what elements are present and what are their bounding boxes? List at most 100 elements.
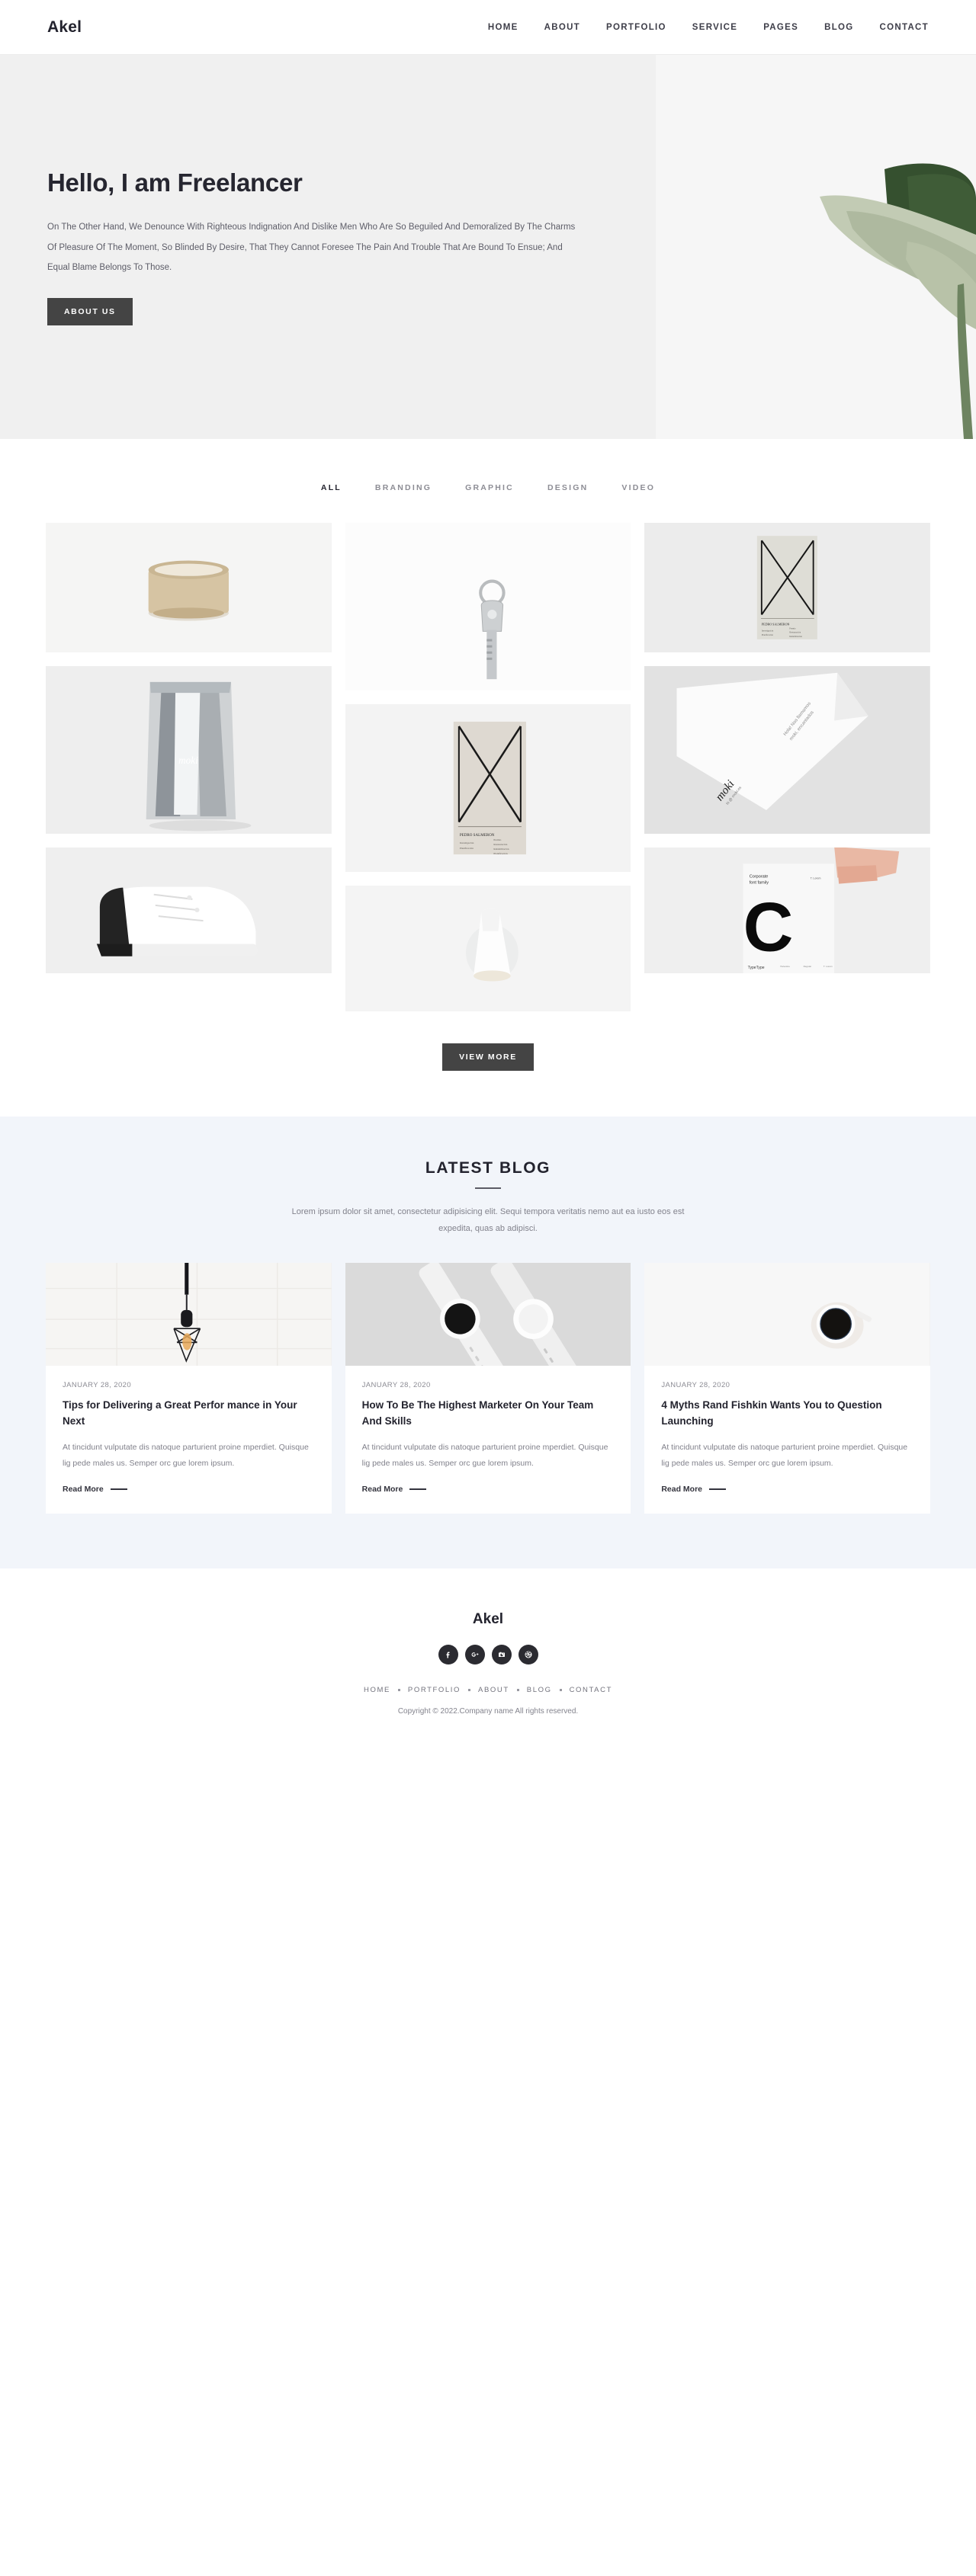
blog-card-title[interactable]: 4 Myths Rand Fishkin Wants You to Questi… — [661, 1398, 913, 1430]
blog-image-wristwatches — [345, 1263, 631, 1366]
footer-navigation: HOME PORTFOLIO ABOUT BLOG CONTACT — [0, 1686, 976, 1694]
portfolio-item-sneaker[interactable] — [46, 847, 332, 973]
svg-text:Planificación: Planificación — [762, 633, 774, 636]
site-header: Akel HOME ABOUT PORTFOLIO SERVICE PAGES … — [0, 0, 976, 55]
svg-text:Corporate: Corporate — [750, 874, 769, 879]
portfolio-item-lamp-shade[interactable] — [345, 886, 631, 1011]
footer-nav-portfolio[interactable]: PORTFOLIO — [408, 1686, 461, 1694]
nav-item-portfolio[interactable]: PORTFOLIO — [606, 23, 666, 32]
page-root: Akel HOME ABOUT PORTFOLIO SERVICE PAGES … — [0, 0, 976, 1751]
blog-card-title[interactable]: How To Be The Highest Marketer On Your T… — [362, 1398, 615, 1430]
filter-video[interactable]: VIDEO — [621, 483, 655, 492]
read-more-link[interactable]: Read More — [362, 1485, 615, 1494]
svg-text:Investigación: Investigación — [460, 841, 474, 844]
svg-text:PEDRO SALMERON: PEDRO SALMERON — [762, 623, 790, 626]
footer-nav-contact[interactable]: CONTACT — [570, 1686, 612, 1694]
view-more-row: VIEW MORE — [0, 1011, 976, 1117]
blog-card-body: JANUARY 28, 2020 How To Be The Highest M… — [345, 1366, 631, 1514]
filter-design[interactable]: DESIGN — [547, 483, 588, 492]
blog-card-title[interactable]: Tips for Delivering a Great Perfor mance… — [63, 1398, 315, 1430]
blog-card[interactable]: JANUARY 28, 2020 How To Be The Highest M… — [345, 1263, 631, 1514]
arrow-line-icon — [409, 1488, 427, 1490]
blog-image-pendant-lamp — [46, 1263, 332, 1366]
portfolio-item-type-poster[interactable]: Corporate font family T. Lorem C TypeTyp… — [644, 847, 930, 973]
svg-text:Investigación: Investigación — [762, 630, 774, 633]
blog-card[interactable]: JANUARY 28, 2020 4 Myths Rand Fishkin Wa… — [644, 1263, 930, 1514]
portfolio-column-3: PEDRO SALMERON Investigación Planificació… — [644, 523, 930, 973]
blog-cards: JANUARY 28, 2020 Tips for Delivering a G… — [46, 1263, 930, 1514]
portfolio-filters: ALL BRANDING GRAPHIC DESIGN VIDEO — [0, 483, 976, 492]
svg-text:Regular: Regular — [804, 965, 812, 968]
read-more-link[interactable]: Read More — [661, 1485, 913, 1494]
hero-description: On The Other Hand, We Denounce With Righ… — [47, 223, 576, 273]
portfolio-item-box-front[interactable]: PEDRO SALMERON Investigación Planificació… — [345, 704, 631, 872]
footer-nav-home[interactable]: HOME — [364, 1686, 390, 1694]
separator-dot-icon — [468, 1688, 471, 1691]
filter-all[interactable]: ALL — [321, 483, 342, 492]
blog-card-excerpt: At tincidunt vulputate dis natoque partu… — [661, 1442, 908, 1469]
blog-section: LATEST BLOG Lorem ipsum dolor sit amet, … — [0, 1117, 976, 1568]
blog-card-body: JANUARY 28, 2020 Tips for Delivering a G… — [46, 1366, 332, 1514]
svg-text:TypeType: TypeType — [748, 966, 765, 970]
nav-item-pages[interactable]: PAGES — [763, 23, 798, 32]
portfolio-section: ALL BRANDING GRAPHIC DESIGN VIDEO moki P… — [0, 439, 976, 1117]
nav-item-service[interactable]: SERVICE — [692, 23, 737, 32]
nav-item-home[interactable]: HOME — [488, 23, 518, 32]
footer-nav-blog[interactable]: BLOG — [527, 1686, 552, 1694]
svg-text:Helvetica: Helvetica — [781, 965, 791, 968]
portfolio-item-cup[interactable] — [46, 523, 332, 652]
blog-title: LATEST BLOG — [425, 1159, 551, 1177]
svg-text:Premio: Premio — [493, 838, 501, 841]
filter-branding[interactable]: BRANDING — [375, 483, 432, 492]
nav-item-about[interactable]: ABOUT — [544, 23, 580, 32]
hero-title: Hello, I am Freelancer — [47, 168, 303, 197]
portfolio-column-2: PEDRO SALMERON Investigación Planificació… — [345, 523, 631, 1011]
portfolio-item-foil-pouch[interactable]: moki — [46, 666, 332, 834]
blog-card[interactable]: JANUARY 28, 2020 Tips for Delivering a G… — [46, 1263, 332, 1514]
blog-card-date: JANUARY 28, 2020 — [361, 1381, 431, 1389]
svg-text:Planificación: Planificación — [493, 852, 507, 855]
portfolio-item-folded-stationery[interactable]: Hola! Nos llamamos moki, encantados moki… — [644, 666, 930, 834]
separator-dot-icon — [516, 1688, 519, 1691]
separator-dot-icon — [397, 1688, 400, 1691]
google-plus-icon[interactable] — [464, 1644, 485, 1664]
blog-card-body: JANUARY 28, 2020 4 Myths Rand Fishkin Wa… — [644, 1366, 930, 1514]
nav-item-blog[interactable]: BLOG — [824, 23, 853, 32]
nav-item-contact[interactable]: CONTACT — [880, 23, 929, 32]
facebook-icon[interactable] — [438, 1644, 458, 1664]
filter-graphic[interactable]: GRAPHIC — [465, 483, 514, 492]
brand-logo[interactable]: Akel — [47, 18, 82, 37]
blog-card-date: JANUARY 28, 2020 — [661, 1381, 730, 1389]
instagram-icon[interactable] — [491, 1644, 512, 1664]
svg-text:font family: font family — [750, 881, 769, 886]
arrow-line-icon — [709, 1488, 727, 1490]
read-more-label: Read More — [361, 1484, 403, 1494]
hero-plant-image — [656, 55, 976, 439]
portfolio-item-box-packaging[interactable]: PEDRO SALMERON Investigación Planificació… — [644, 523, 930, 652]
svg-text:T. Lorem: T. Lorem — [811, 876, 821, 879]
view-more-button[interactable]: VIEW MORE — [442, 1043, 534, 1071]
svg-text:Rehabilitación: Rehabilitación — [790, 635, 803, 638]
svg-text:Restauración: Restauración — [493, 843, 507, 846]
read-more-label: Read More — [63, 1484, 104, 1494]
svg-text:Rehabilitación: Rehabilitación — [493, 847, 509, 851]
read-more-label: Read More — [661, 1484, 703, 1494]
dribbble-icon[interactable] — [518, 1644, 538, 1664]
blog-card-date: JANUARY 28, 2020 — [63, 1381, 132, 1389]
social-links — [0, 1644, 976, 1664]
read-more-link[interactable]: Read More — [63, 1485, 315, 1494]
blog-header: LATEST BLOG Lorem ipsum dolor sit amet, … — [0, 1159, 976, 1237]
portfolio-grid: moki PEDRO SALMERON Investigación Planif… — [46, 523, 930, 1011]
svg-text:Premio: Premio — [790, 627, 797, 630]
footer-brand: Akel — [472, 1610, 504, 1627]
copyright-text: Copyright © 2022.Company name All rights… — [397, 1706, 579, 1716]
main-navigation: HOME ABOUT PORTFOLIO SERVICE PAGES BLOG … — [488, 23, 929, 32]
site-footer: Akel HOME PORTFOLIO ABOUT BLOG CONTACT C… — [0, 1568, 976, 1751]
footer-nav-about[interactable]: ABOUT — [478, 1686, 509, 1694]
separator-dot-icon — [559, 1688, 562, 1691]
about-us-button[interactable]: ABOUT US — [47, 297, 133, 325]
hero-copy: Hello, I am Freelancer On The Other Hand… — [0, 168, 610, 325]
portfolio-item-key[interactable] — [345, 523, 631, 690]
blog-card-excerpt: At tincidunt vulputate dis natoque partu… — [63, 1442, 309, 1469]
svg-text:PEDRO SALMERON: PEDRO SALMERON — [460, 833, 495, 838]
